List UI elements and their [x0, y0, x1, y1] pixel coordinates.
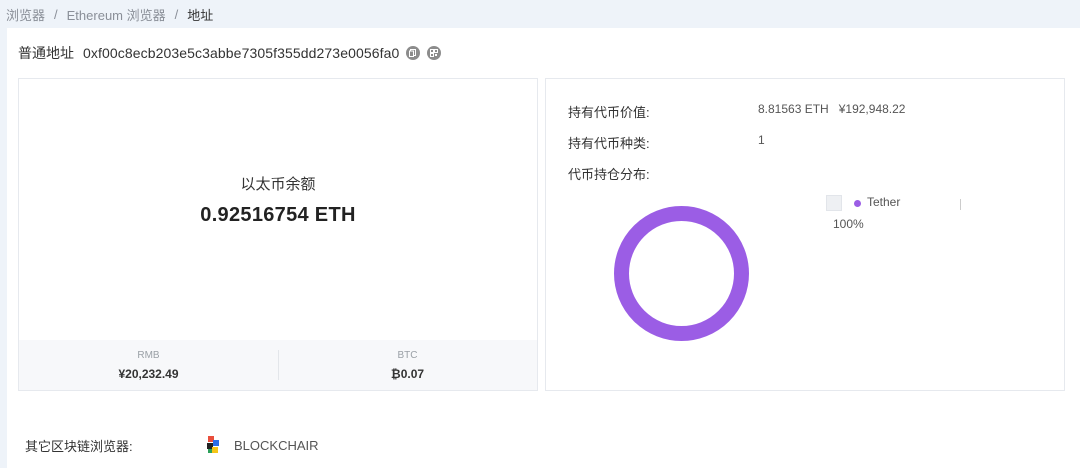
btc-column: BTC ₿0.07 — [278, 340, 537, 390]
breadcrumb: 浏览器 / Ethereum 浏览器 / 地址 — [6, 5, 213, 23]
token-types-count: 1 — [758, 133, 765, 147]
breadcrumb-current: 地址 — [187, 7, 214, 23]
btc-label: BTC — [397, 350, 418, 361]
balance-footer: RMB ¥20,232.49 BTC ₿0.07 — [19, 340, 537, 390]
blockchair-link[interactable]: BLOCKCHAIR — [205, 436, 319, 454]
breadcrumb-separator: / — [174, 6, 179, 22]
token-distribution-label: 代币持仓分布: — [568, 167, 650, 182]
breadcrumb-browser-link[interactable]: 浏览器 — [6, 5, 45, 24]
address-type-label: 普通地址 — [18, 45, 74, 61]
token-types-label: 持有代币种类: — [568, 136, 650, 151]
balance-value: 0.92516754 ETH — [200, 204, 356, 226]
token-distribution-donut — [614, 206, 749, 341]
legend-label-tether[interactable]: Tether — [867, 195, 900, 209]
blockchair-label: BLOCKCHAIR — [234, 437, 319, 453]
address-value: 0xf00c8ecb203e5c3abbe7305f355dd273e0056f… — [83, 45, 400, 61]
token-distribution-row: 代币持仓分布: — [568, 164, 650, 183]
other-explorers-label: 其它区块链浏览器: — [25, 438, 133, 454]
token-value-row: 持有代币价值: 8.81563 ETH ¥192,948.22 — [568, 102, 905, 121]
copy-icon[interactable] — [406, 46, 421, 60]
token-value-label: 持有代币价值: — [568, 105, 650, 120]
balance-panel: 以太币余额 0.92516754 ETH RMB ¥20,232.49 BTC … — [18, 78, 538, 391]
token-value: 8.81563 ETH ¥192,948.22 — [758, 102, 905, 116]
btc-value: ₿0.07 — [390, 367, 425, 381]
token-value-cny: ¥192,948.22 — [838, 102, 906, 116]
legend-dot-tether — [854, 199, 861, 207]
legend-percent: 100% — [833, 217, 864, 231]
balance-title: 以太币余额 — [240, 176, 316, 193]
other-explorers-row: 其它区块链浏览器: BLOCKCHAIR — [25, 436, 319, 454]
rmb-column: RMB ¥20,232.49 — [19, 340, 278, 390]
blockchair-logo-icon — [207, 436, 219, 453]
breadcrumb-separator: / — [54, 6, 58, 22]
holdings-panel: 持有代币价值: 8.81563 ETH ¥192,948.22 持有代币种类: … — [545, 78, 1065, 391]
legend-box[interactable] — [826, 195, 842, 211]
token-types-row: 持有代币种类: 1 — [568, 133, 765, 152]
address-row: 普通地址 0xf00c8ecb203e5c3abbe7305f355dd273e… — [18, 44, 442, 62]
qrcode-icon[interactable] — [427, 46, 442, 60]
chart-legend: Tether 100% — [826, 195, 900, 231]
rmb-value: ¥20,232.49 — [118, 367, 179, 381]
token-value-eth: 8.81563 ETH — [758, 102, 829, 116]
breadcrumb-ethereum-link[interactable]: Ethereum 浏览器 — [67, 5, 166, 24]
donut-slice-tether[interactable] — [614, 206, 749, 341]
rmb-label: RMB — [137, 350, 160, 361]
legend-divider — [960, 199, 961, 210]
